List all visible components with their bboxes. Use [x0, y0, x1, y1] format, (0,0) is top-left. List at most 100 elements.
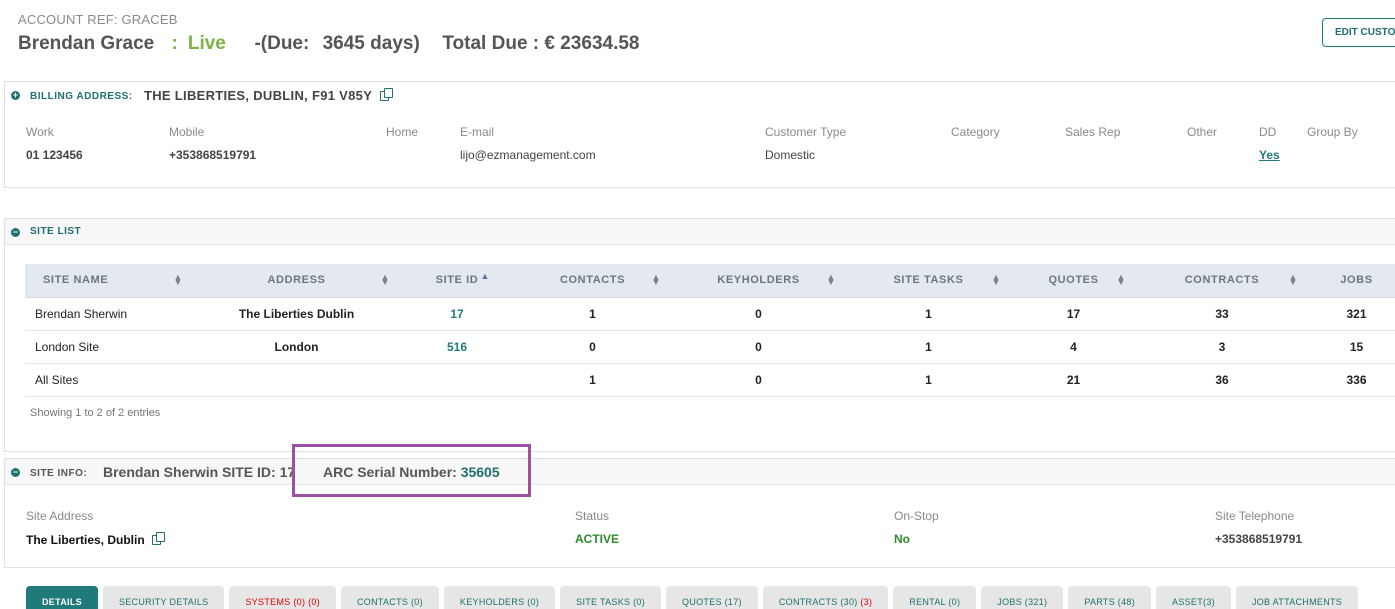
cell-contracts: 3 — [1136, 330, 1308, 364]
tab-parts[interactable]: PARTS (48) — [1068, 586, 1152, 609]
customer-headline: Brendan Grace : Live -(Due: 3645 days) To… — [18, 33, 639, 55]
field-label: Group By — [1307, 125, 1358, 139]
tab-asset[interactable]: ASSET(3) — [1156, 586, 1231, 609]
cell-site-id-link[interactable]: 516 — [400, 330, 514, 364]
expand-icon[interactable]: + — [11, 91, 20, 100]
field-label: Sales Rep — [1065, 125, 1121, 139]
site-info-label: SITE INFO: — [30, 468, 88, 479]
field-value: Domestic — [765, 148, 816, 162]
field-label: Status — [575, 509, 610, 523]
tab-details[interactable]: DETAILS — [26, 586, 98, 609]
cell-address: London — [193, 330, 400, 364]
field-site-address: Site Address The Liberties, Dublin — [26, 509, 166, 547]
tab-contacts[interactable]: CONTACTS (0) — [340, 586, 439, 609]
cell-contracts: 36 — [1136, 363, 1308, 397]
tab-rental[interactable]: RENTAL (0) — [893, 586, 977, 609]
field-other: Other — [1187, 125, 1217, 139]
field-dd: DD Yes — [1259, 125, 1280, 162]
field-site-telephone: Site Telephone +353868519791 — [1215, 509, 1302, 546]
field-value: +353868519791 — [169, 148, 257, 162]
cell-keyholders: 0 — [671, 330, 846, 364]
cell-site-name: Brendan Sherwin — [25, 297, 193, 331]
tab-jobs[interactable]: JOBS (321) — [981, 586, 1064, 609]
billing-panel: + BILLING ADDRESS: THE LIBERTIES, DUBLIN… — [4, 81, 1395, 188]
dd-link[interactable]: Yes — [1259, 148, 1280, 162]
cell-site-id — [400, 363, 514, 397]
table-row[interactable]: London Site London 516 0 0 1 4 3 15 — [25, 330, 1395, 364]
due-label: -(Due: — [254, 33, 310, 54]
site-info-header[interactable]: − SITE INFO: Brendan Sherwin SITE ID: 17… — [5, 459, 1395, 485]
sort-icon: ▲ ▼ — [1288, 272, 1298, 287]
collapse-icon[interactable]: − — [11, 228, 20, 237]
field-sales-rep: Sales Rep — [1065, 125, 1120, 139]
cell-contracts: 33 — [1136, 297, 1308, 331]
table-info: Showing 1 to 2 of 2 entries — [30, 407, 161, 419]
col-keyholders[interactable]: KEYHOLDERS ▲ ▼ — [671, 264, 846, 298]
col-quotes[interactable]: QUOTES ▲ ▼ — [1011, 264, 1136, 298]
site-list-panel: − SITE LIST SITE NAME ▲ ▼ ADDRESS ▲ ▼ SITE I… — [4, 218, 1395, 452]
billing-address: THE LIBERTIES, DUBLIN, F91 V85Y — [144, 88, 394, 103]
sort-icon: ▲ ▼ — [173, 272, 183, 287]
tab-job-attachments[interactable]: JOB ATTACHMENTS — [1235, 586, 1359, 609]
table-header-row: SITE NAME ▲ ▼ ADDRESS ▲ ▼ SITE ID ▲ CONTACTS ▲… — [25, 264, 1395, 298]
field-home: Home — [386, 125, 418, 148]
field-value: lijo@ezmanagement.com — [460, 148, 596, 162]
col-site-id[interactable]: SITE ID ▲ — [400, 264, 514, 298]
sort-icon: ▲ ▼ — [380, 272, 390, 287]
col-contracts[interactable]: CONTRACTS ▲ ▼ — [1136, 264, 1308, 298]
field-label: Customer Type — [765, 125, 847, 139]
field-mobile: Mobile +353868519791 — [169, 125, 256, 162]
cell-jobs: 336 — [1308, 363, 1395, 397]
billing-address-text: THE LIBERTIES, DUBLIN, F91 V85Y — [144, 88, 372, 103]
field-work: Work 01 123456 — [26, 125, 83, 162]
cell-site-tasks: 1 — [846, 330, 1011, 364]
field-status: Status ACTIVE — [575, 509, 619, 546]
tab-contracts[interactable]: CONTRACTS (30) (3) — [762, 586, 889, 609]
col-site-tasks[interactable]: SITE TASKS ▲ ▼ — [846, 264, 1011, 298]
tab-quotes[interactable]: QUOTES (17) — [666, 586, 758, 609]
billing-header[interactable]: + BILLING ADDRESS: THE LIBERTIES, DUBLIN… — [5, 82, 1395, 108]
field-label: E-mail — [460, 125, 495, 139]
col-contacts[interactable]: CONTACTS ▲ ▼ — [514, 264, 671, 298]
cell-contacts: 1 — [514, 363, 671, 397]
field-label: Site Telephone — [1215, 509, 1295, 523]
field-label: Home — [386, 125, 419, 139]
cell-keyholders: 0 — [671, 363, 846, 397]
site-list-header[interactable]: − SITE LIST — [5, 219, 1395, 245]
status-live: Live — [187, 33, 226, 54]
field-value: +353868519791 — [1215, 532, 1303, 546]
cell-address — [193, 363, 400, 397]
collapse-icon[interactable]: − — [11, 468, 20, 477]
field-email: E-mail lijo@ezmanagement.com — [460, 125, 596, 162]
field-value: No — [894, 532, 910, 546]
tab-keyholders[interactable]: KEYHOLDERS (0) — [443, 586, 556, 609]
status-separator: : — [171, 33, 178, 54]
billing-label: BILLING ADDRESS: — [30, 91, 133, 102]
due-days: 3645 days) — [322, 33, 420, 54]
field-value: 01 123456 — [26, 148, 83, 162]
col-address[interactable]: ADDRESS ▲ ▼ — [193, 264, 400, 298]
field-label: On-Stop — [894, 509, 939, 523]
table-row-total: All Sites 1 0 1 21 36 336 — [25, 363, 1395, 397]
cell-quotes: 21 — [1011, 363, 1136, 397]
col-site-name[interactable]: SITE NAME ▲ ▼ — [25, 264, 193, 298]
table-row[interactable]: Brendan Sherwin The Liberties Dublin 17 … — [25, 297, 1395, 331]
col-jobs[interactable]: JOBS — [1308, 264, 1395, 298]
field-category: Category — [951, 125, 1000, 139]
cell-quotes: 17 — [1011, 297, 1136, 331]
cell-keyholders: 0 — [671, 297, 846, 331]
field-label: Category — [951, 125, 1000, 139]
site-table: SITE NAME ▲ ▼ ADDRESS ▲ ▼ SITE ID ▲ CONTACTS ▲… — [25, 264, 1395, 397]
cell-site-id-link[interactable]: 17 — [400, 297, 514, 331]
tab-site-tasks[interactable]: SITE TASKS (0) — [560, 586, 662, 609]
cell-site-tasks: 1 — [846, 363, 1011, 397]
copy-icon[interactable] — [152, 532, 166, 546]
edit-customer-button[interactable]: EDIT CUSTOMER — [1322, 18, 1395, 47]
field-label: DD — [1259, 125, 1277, 139]
field-label: Work — [26, 125, 54, 139]
copy-icon[interactable] — [379, 88, 394, 102]
tab-security-details[interactable]: SECURITY DETAILS — [102, 586, 225, 609]
tab-systems[interactable]: SYSTEMS (0) (0) — [229, 586, 336, 609]
field-label: Mobile — [169, 125, 205, 139]
field-customer-type: Customer Type Domestic — [765, 125, 846, 162]
